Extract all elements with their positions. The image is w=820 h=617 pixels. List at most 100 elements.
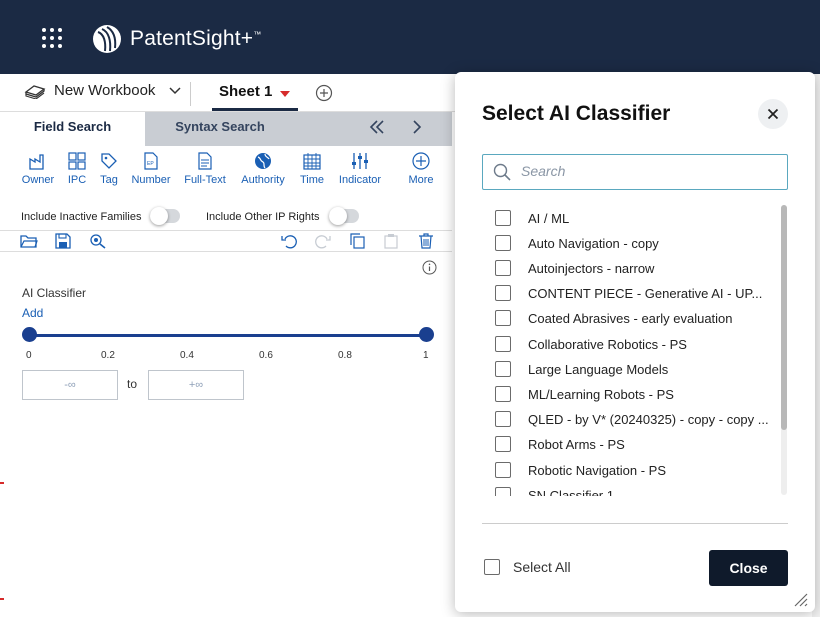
range-slider-min-handle[interactable] [22, 327, 37, 342]
tool-ipc[interactable]: IPC [64, 152, 90, 186]
tool-number[interactable]: EP Number [129, 152, 173, 186]
background-marker [0, 482, 4, 484]
checkbox[interactable] [495, 336, 511, 352]
inactive-families-label: Include Inactive Families [21, 211, 142, 223]
list-item[interactable]: CONTENT PIECE - Generative AI - UP... [495, 282, 775, 304]
close-button[interactable]: Close [709, 550, 788, 586]
list-item[interactable]: SN Classifier 1 [495, 484, 775, 496]
list-item[interactable]: Robot Arms - PS [495, 433, 775, 455]
divider [482, 523, 788, 524]
workbook-bar: New Workbook Sheet 1 [0, 74, 460, 112]
search-tabs: Field Search Syntax Search [0, 112, 452, 146]
checkbox[interactable] [495, 210, 511, 226]
close-icon [767, 108, 779, 120]
chevron-right-icon[interactable] [410, 118, 424, 136]
sheet-menu-caret-icon[interactable] [280, 91, 290, 97]
checkbox[interactable] [495, 361, 511, 377]
range-max-input[interactable]: +∞ [148, 370, 244, 400]
workbook-selector[interactable]: New Workbook [24, 82, 181, 99]
tick-label: 1 [423, 350, 429, 361]
tool-time[interactable]: Time [298, 152, 326, 186]
globe-icon [255, 153, 271, 169]
plus-circle-icon [412, 152, 430, 170]
list-item[interactable]: QLED - by V* (20240325) - copy - copy ..… [495, 408, 775, 430]
checkbox[interactable] [495, 462, 511, 478]
classifier-search-input[interactable] [519, 155, 779, 187]
checkbox[interactable] [495, 411, 511, 427]
tool-owner[interactable]: Owner [20, 152, 56, 186]
add-sheet-icon[interactable] [315, 84, 333, 102]
tab-syntax-search[interactable]: Syntax Search [145, 112, 295, 146]
calendar-icon [303, 153, 321, 170]
app-brand[interactable]: PatentSight+™ [130, 27, 261, 51]
tick-label: 0.8 [338, 350, 352, 361]
list-item[interactable]: Large Language Models [495, 358, 775, 380]
ai-classifier-add-link[interactable]: Add [22, 306, 43, 320]
app-header: PatentSight+™ [0, 0, 820, 74]
copy-icon[interactable] [349, 233, 365, 249]
checkbox[interactable] [495, 235, 511, 251]
resize-handle-icon[interactable] [792, 591, 808, 607]
tool-full-text[interactable]: Full-Text [182, 152, 228, 186]
app-launcher-icon[interactable] [42, 28, 64, 50]
list-scrollbar[interactable] [781, 205, 787, 495]
tool-indicator[interactable]: Indicator [336, 152, 384, 186]
range-slider-max-handle[interactable] [419, 327, 434, 342]
other-ip-rights-toggle[interactable] [329, 207, 359, 225]
ai-classifier-title: AI Classifier [22, 286, 87, 300]
tool-authority[interactable]: Authority [237, 152, 289, 186]
folder-open-icon[interactable] [20, 233, 38, 249]
tab-field-search[interactable]: Field Search [0, 112, 145, 146]
search-settings-icon[interactable] [89, 233, 106, 249]
inactive-families-toggle[interactable] [150, 207, 180, 225]
tool-more[interactable]: More [405, 152, 437, 186]
classifier-list: AI / ML Auto Navigation - copy Autoinjec… [482, 204, 788, 496]
workbook-name: New Workbook [54, 82, 156, 99]
checkbox[interactable] [495, 285, 511, 301]
select-all-label: Select All [513, 559, 571, 575]
select-all-checkbox[interactable] [484, 559, 500, 575]
svg-text:EP: EP [147, 161, 154, 167]
checkbox[interactable] [495, 436, 511, 452]
toggle-row: Include Inactive Families Include Other … [0, 204, 452, 230]
dialog-close-button[interactable] [758, 99, 788, 129]
background-marker [0, 598, 4, 600]
tick-label: 0.2 [101, 350, 115, 361]
range-to-label: to [127, 377, 138, 391]
redo-icon [315, 235, 331, 249]
checkbox[interactable] [495, 310, 511, 326]
document-ep-icon: EP [144, 152, 158, 170]
list-item[interactable]: Collaborative Robotics - PS [495, 333, 775, 355]
range-min-input[interactable]: -∞ [22, 370, 118, 400]
double-chevron-left-icon[interactable] [368, 118, 386, 136]
classifier-search-box [482, 154, 788, 190]
trash-icon[interactable] [418, 233, 434, 249]
list-item[interactable]: ML/Learning Robots - PS [495, 383, 775, 405]
list-item[interactable]: Autoinjectors - narrow [495, 257, 775, 279]
checkbox[interactable] [495, 260, 511, 276]
checkbox[interactable] [495, 386, 511, 402]
list-item[interactable]: Auto Navigation - copy [495, 232, 775, 254]
chevron-down-icon [169, 86, 181, 94]
save-icon[interactable] [55, 233, 71, 249]
tick-label: 0.4 [180, 350, 194, 361]
scrollbar-thumb[interactable] [781, 205, 787, 430]
tab-sheet-1[interactable]: Sheet 1 [219, 83, 272, 100]
tick-label: 0.6 [259, 350, 273, 361]
list-item[interactable]: Robotic Navigation - PS [495, 459, 775, 481]
tool-tag[interactable]: Tag [97, 152, 121, 186]
patentsight-logo-icon [93, 25, 121, 53]
info-icon[interactable] [422, 260, 437, 275]
select-ai-classifier-dialog: Select AI Classifier AI / ML Auto Naviga… [455, 72, 815, 612]
tag-icon [101, 153, 117, 169]
select-all-option[interactable]: Select All [484, 559, 571, 575]
list-item[interactable]: AI / ML [495, 207, 775, 229]
other-ip-rights-label: Include Other IP Rights [206, 211, 320, 223]
list-item[interactable]: Coated Abrasives - early evaluation [495, 307, 775, 329]
checkbox[interactable] [495, 487, 511, 496]
undo-icon[interactable] [281, 233, 297, 249]
dialog-title: Select AI Classifier [482, 102, 671, 125]
range-slider-track[interactable] [29, 334, 426, 337]
sliders-icon [352, 153, 368, 169]
search-panel: Field Search Syntax Search Owner IPC Tag… [0, 112, 452, 617]
